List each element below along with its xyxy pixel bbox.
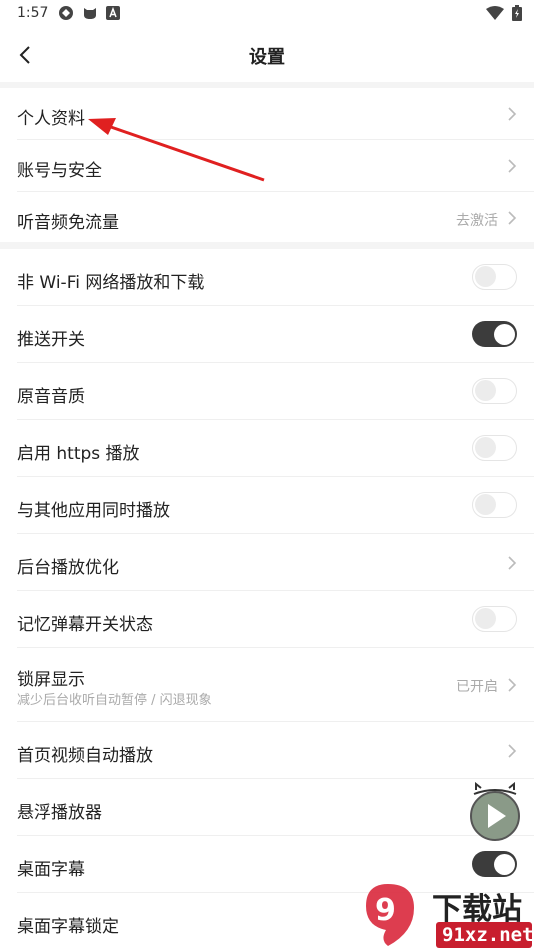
settings-row-home-autoplay[interactable]: 首页视频自动播放: [0, 722, 534, 779]
github-icon: [84, 8, 96, 19]
settings-row-push: 推送开关: [0, 306, 534, 363]
settings-row-non-wifi-playback: 非 Wi-Fi 网络播放和下载: [0, 249, 534, 306]
chevron-right-icon: [508, 556, 517, 570]
row-label: 桌面字幕: [17, 860, 85, 880]
toggle-knob: [494, 853, 515, 875]
row-label: 账号与安全: [17, 161, 102, 181]
toggle-knob: [494, 323, 515, 345]
watermark-url: 91xz.net: [442, 924, 534, 946]
battery-icon: [512, 5, 522, 21]
settings-row-danmaku-memory: 记忆弹幕开关状态: [0, 591, 534, 648]
row-label: 后台播放优化: [17, 558, 119, 578]
chevron-right-icon: [508, 678, 517, 692]
status-icons-left: [58, 5, 120, 21]
row-label: 个人资料: [17, 109, 85, 129]
row-label: 桌面字幕锁定: [17, 917, 119, 937]
row-label: 非 Wi-Fi 网络播放和下载: [17, 273, 205, 293]
row-label: 启用 https 播放: [17, 444, 140, 464]
https-toggle[interactable]: [472, 435, 517, 461]
header: 设置: [0, 28, 534, 82]
settings-row-mix-playback: 与其他应用同时播放: [0, 477, 534, 534]
page-title: 设置: [249, 47, 285, 68]
settings-row-account-security[interactable]: 账号与安全: [0, 140, 534, 192]
play-icon: [470, 781, 520, 841]
status-time: 1:57: [17, 5, 49, 21]
row-value: 已开启: [456, 679, 498, 695]
watermark-brand: 下载站: [432, 892, 522, 927]
row-label: 听音频免流量: [17, 213, 119, 233]
row-sublabel: 减少后台收听自动暂停 / 闪退现象: [17, 693, 212, 708]
row-label: 悬浮播放器: [17, 803, 102, 823]
chevron-right-icon: [508, 744, 517, 758]
row-label: 首页视频自动播放: [17, 746, 153, 766]
chevron-right-icon: [508, 159, 517, 173]
status-icons-right: [486, 5, 522, 21]
settings-row-free-data[interactable]: 听音频免流量 去激活: [0, 192, 534, 242]
wifi-icon: [486, 6, 504, 20]
chevron-right-icon: [508, 107, 517, 121]
svg-text:9: 9: [375, 893, 396, 928]
settings-row-https: 启用 https 播放: [0, 420, 534, 477]
floating-player[interactable]: [468, 781, 522, 842]
toggle-knob: [475, 608, 496, 629]
notification-a-icon: [106, 6, 120, 20]
row-label: 与其他应用同时播放: [17, 501, 170, 521]
toggle-knob: [475, 380, 496, 401]
settings-row-floating-player[interactable]: 悬浮播放器: [0, 779, 534, 836]
row-label: 原音音质: [17, 387, 85, 407]
settings-row-profile[interactable]: 个人资料: [0, 88, 534, 140]
toggle-knob: [475, 494, 496, 515]
status-bar: 1:57: [0, 0, 534, 28]
settings-row-background-optimize[interactable]: 后台播放优化: [0, 534, 534, 591]
non-wifi-toggle[interactable]: [472, 264, 517, 290]
mix-playback-toggle[interactable]: [472, 492, 517, 518]
row-value: 去激活: [456, 213, 498, 229]
row-label: 推送开关: [17, 330, 85, 350]
section-divider: [0, 242, 534, 249]
row-label: 锁屏显示: [17, 670, 85, 690]
chevron-right-icon: [508, 211, 517, 225]
settings-row-lockscreen[interactable]: 锁屏显示 减少后台收听自动暂停 / 闪退现象 已开启: [0, 648, 534, 722]
toggle-knob: [475, 437, 496, 458]
original-quality-toggle[interactable]: [472, 378, 517, 404]
settings-row-original-quality: 原音音质: [0, 363, 534, 420]
toggle-knob: [475, 266, 496, 287]
danmaku-memory-toggle[interactable]: [472, 606, 517, 632]
desktop-lyrics-toggle[interactable]: [472, 851, 517, 877]
vpn-icon: [59, 6, 73, 20]
row-label: 记忆弹幕开关状态: [17, 615, 153, 635]
watermark-logo: 9 下载站 91xz.net: [360, 880, 534, 950]
push-toggle[interactable]: [472, 321, 517, 347]
